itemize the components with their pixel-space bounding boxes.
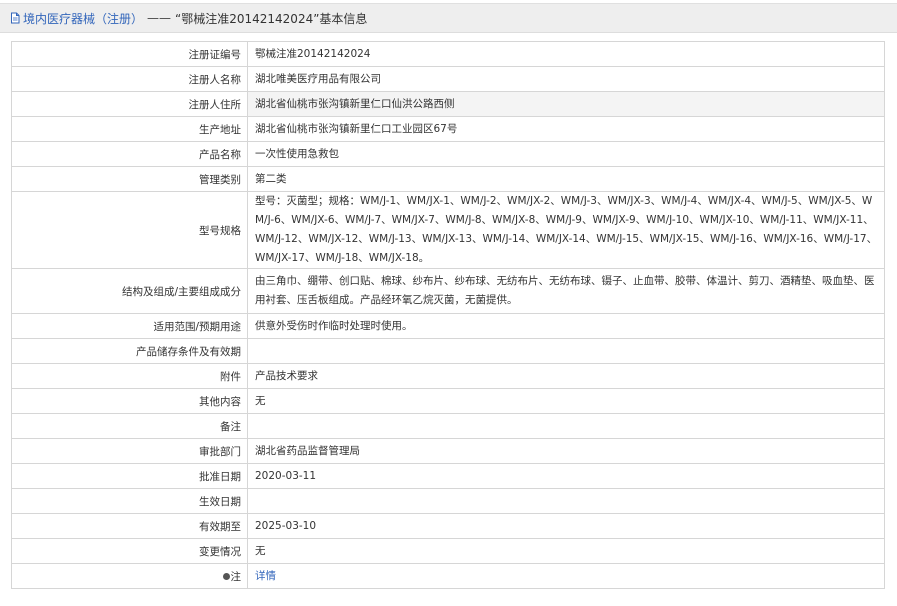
row-value xyxy=(247,338,885,364)
table-row: 注册证编号 鄂械注准20142142024 xyxy=(11,41,885,67)
row-label: 注 xyxy=(11,563,248,589)
row-label-text: 附件 xyxy=(220,370,241,383)
row-value-text: 2020-03-11 xyxy=(255,469,317,482)
row-value: 型号：灭菌型；规格：WM/J-1、WM/JX-1、WM/J-2、WM/JX-2、… xyxy=(247,191,885,269)
row-value: 2025-03-10 xyxy=(247,513,885,539)
row-value: 无 xyxy=(247,388,885,414)
row-value-text: 湖北唯美医疗用品有限公司 xyxy=(255,72,381,85)
row-label: 其他内容 xyxy=(11,388,248,414)
row-value: 湖北省药品监督管理局 xyxy=(247,438,885,464)
row-value-text: 湖北省药品监督管理局 xyxy=(255,444,360,457)
row-value: 产品技术要求 xyxy=(247,363,885,389)
row-value-text: 湖北省仙桃市张沟镇新里仁口仙洪公路西侧 xyxy=(255,97,455,110)
row-label-text: 有效期至 xyxy=(199,520,241,533)
row-value-text: 第二类 xyxy=(255,172,287,185)
row-label: 型号规格 xyxy=(11,191,248,269)
row-label: 注册人名称 xyxy=(11,66,248,92)
breadcrumb: 境内医疗器械（注册） —— “鄂械注准20142142024”基本信息 xyxy=(0,3,897,33)
table-row: 备注 xyxy=(11,413,885,439)
row-value: 鄂械注准20142142024 xyxy=(247,41,885,67)
table-row: 产品名称 一次性使用急救包 xyxy=(11,141,885,167)
row-label: 生效日期 xyxy=(11,488,248,514)
table-row: 产品储存条件及有效期 xyxy=(11,338,885,364)
row-value-text: 鄂械注准20142142024 xyxy=(255,47,371,60)
row-value-text: 由三角巾、绷带、创口贴、棉球、纱布片、纱布球、无纺布片、无纺布球、镊子、止血带、… xyxy=(255,275,875,306)
row-value-text: 一次性使用急救包 xyxy=(255,147,339,160)
row-value-text: 2025-03-10 xyxy=(255,519,317,532)
row-label: 适用范围/预期用途 xyxy=(11,313,248,339)
row-value-text: 无 xyxy=(255,394,266,407)
table-row: 注 详情 xyxy=(11,563,885,589)
row-label-text: 管理类别 xyxy=(199,173,241,186)
table-row: 注册人住所 湖北省仙桃市张沟镇新里仁口仙洪公路西侧 xyxy=(11,91,885,117)
row-value: 第二类 xyxy=(247,166,885,192)
row-label: 结构及组成/主要组成成分 xyxy=(11,268,248,314)
row-label: 生产地址 xyxy=(11,116,248,142)
table-row: 有效期至 2025-03-10 xyxy=(11,513,885,539)
table-row: 型号规格 型号：灭菌型；规格：WM/J-1、WM/JX-1、WM/J-2、WM/J… xyxy=(11,191,885,269)
row-value-text: 无 xyxy=(255,544,266,557)
row-label: 附件 xyxy=(11,363,248,389)
table-row: 变更情况 无 xyxy=(11,538,885,564)
row-label: 批准日期 xyxy=(11,463,248,489)
row-label: 注册证编号 xyxy=(11,41,248,67)
row-value xyxy=(247,413,885,439)
row-label-text: 变更情况 xyxy=(199,545,241,558)
row-label-text: 产品名称 xyxy=(199,148,241,161)
row-value: 供意外受伤时作临时处理时使用。 xyxy=(247,313,885,339)
row-label-text: 结构及组成/主要组成成分 xyxy=(121,285,241,298)
row-label: 变更情况 xyxy=(11,538,248,564)
table-row: 附件 产品技术要求 xyxy=(11,363,885,389)
row-value: 由三角巾、绷带、创口贴、棉球、纱布片、纱布球、无纺布片、无纺布球、镊子、止血带、… xyxy=(247,268,885,314)
row-label-text: 生产地址 xyxy=(199,123,241,136)
row-label: 有效期至 xyxy=(11,513,248,539)
row-value-text: 产品技术要求 xyxy=(255,369,318,382)
table-row: 结构及组成/主要组成成分 由三角巾、绷带、创口贴、棉球、纱布片、纱布球、无纺布片、… xyxy=(11,268,885,314)
row-value: 湖北唯美医疗用品有限公司 xyxy=(247,66,885,92)
row-label-text: 产品储存条件及有效期 xyxy=(136,345,241,358)
row-value: 2020-03-11 xyxy=(247,463,885,489)
table-row: 生效日期 xyxy=(11,488,885,514)
row-value-text: 供意外受伤时作临时处理时使用。 xyxy=(255,319,413,332)
breadcrumb-separator: —— xyxy=(147,11,172,25)
table-row: 适用范围/预期用途 供意外受伤时作临时处理时使用。 xyxy=(11,313,885,339)
row-value: 一次性使用急救包 xyxy=(247,141,885,167)
row-label: 备注 xyxy=(11,413,248,439)
row-value xyxy=(247,488,885,514)
details-link[interactable]: 详情 xyxy=(255,570,276,582)
row-label-text: 备注 xyxy=(220,420,241,433)
row-value: 湖北省仙桃市张沟镇新里仁口仙洪公路西侧 xyxy=(247,91,885,117)
row-label-text: 其他内容 xyxy=(199,395,241,408)
row-value-text: 型号：灭菌型；规格：WM/J-1、WM/JX-1、WM/J-2、WM/JX-2、… xyxy=(255,195,878,264)
table-row: 其他内容 无 xyxy=(11,388,885,414)
row-label-text: 注册人名称 xyxy=(188,73,242,86)
row-value: 湖北省仙桃市张沟镇新里仁口工业园区67号 xyxy=(247,116,885,142)
row-value-text: 湖北省仙桃市张沟镇新里仁口工业园区67号 xyxy=(255,122,458,135)
table-row: 生产地址 湖北省仙桃市张沟镇新里仁口工业园区67号 xyxy=(11,116,885,142)
row-label-text: 批准日期 xyxy=(199,470,241,483)
row-value: 详情 xyxy=(247,563,885,589)
table-row: 管理类别 第二类 xyxy=(11,166,885,192)
page-title: “鄂械注准20142142024”基本信息 xyxy=(175,11,368,26)
detail-table: 注册证编号 鄂械注准20142142024 注册人名称 湖北唯美医疗用品有限公司 注册人… xyxy=(11,41,885,589)
row-label-text: 型号规格 xyxy=(199,224,241,237)
row-label-text: 注册证编号 xyxy=(188,48,242,61)
row-label-text: 审批部门 xyxy=(199,445,241,458)
table-row: 批准日期 2020-03-11 xyxy=(11,463,885,489)
row-label-text: 生效日期 xyxy=(199,495,241,508)
row-label: 产品名称 xyxy=(11,141,248,167)
row-label: 产品储存条件及有效期 xyxy=(11,338,248,364)
row-label: 管理类别 xyxy=(11,166,248,192)
document-icon xyxy=(9,12,21,24)
row-label-text: 注 xyxy=(230,570,242,583)
row-label-text: 注册人住所 xyxy=(188,98,242,111)
bullet-icon xyxy=(222,572,230,580)
row-label-text: 适用范围/预期用途 xyxy=(153,320,241,333)
table-row: 审批部门 湖北省药品监督管理局 xyxy=(11,438,885,464)
row-label: 审批部门 xyxy=(11,438,248,464)
row-value: 无 xyxy=(247,538,885,564)
breadcrumb-category-link[interactable]: 境内医疗器械（注册） xyxy=(23,10,143,27)
table-row: 注册人名称 湖北唯美医疗用品有限公司 xyxy=(11,66,885,92)
row-label: 注册人住所 xyxy=(11,91,248,117)
